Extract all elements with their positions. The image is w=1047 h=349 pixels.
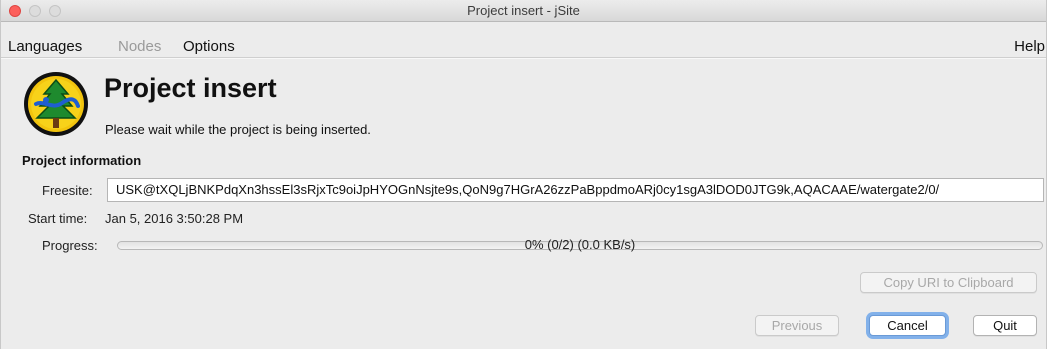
window-title: Project insert - jSite bbox=[467, 3, 580, 18]
progress-text: 0% (0/2) (0.0 KB/s) bbox=[524, 237, 636, 252]
previous-button[interactable]: Previous bbox=[755, 315, 839, 336]
cancel-button[interactable]: Cancel bbox=[869, 315, 946, 336]
copy-uri-button[interactable]: Copy URI to Clipboard bbox=[860, 272, 1037, 293]
menu-nodes: Nodes bbox=[118, 38, 162, 55]
freesite-label: Freesite: bbox=[42, 183, 93, 198]
page-subtitle: Please wait while the project is being i… bbox=[105, 122, 371, 137]
freesite-uri-field[interactable]: USK@tXQLjBNKPdqXn3hssEl3sRjxTc9oiJpHYOGn… bbox=[107, 178, 1044, 202]
progress-label: Progress: bbox=[42, 238, 98, 253]
start-time-label: Start time: bbox=[28, 211, 88, 226]
menu-languages[interactable]: Languages bbox=[8, 38, 82, 55]
start-time-value: Jan 5, 2016 3:50:28 PM bbox=[105, 211, 244, 226]
menu-divider-highlight bbox=[1, 58, 1046, 59]
app-window: Project insert - jSite Languages Nodes O… bbox=[0, 0, 1047, 349]
menu-options[interactable]: Options bbox=[183, 38, 235, 55]
jsite-logo-icon bbox=[22, 70, 90, 138]
title-bar: Project insert - jSite bbox=[1, 0, 1046, 22]
page-title: Project insert bbox=[104, 73, 277, 103]
menu-bar: Languages Nodes Options Help bbox=[1, 22, 1046, 57]
project-information-heading: Project information bbox=[22, 153, 142, 168]
quit-button[interactable]: Quit bbox=[973, 315, 1037, 336]
menu-help[interactable]: Help bbox=[1014, 38, 1045, 55]
